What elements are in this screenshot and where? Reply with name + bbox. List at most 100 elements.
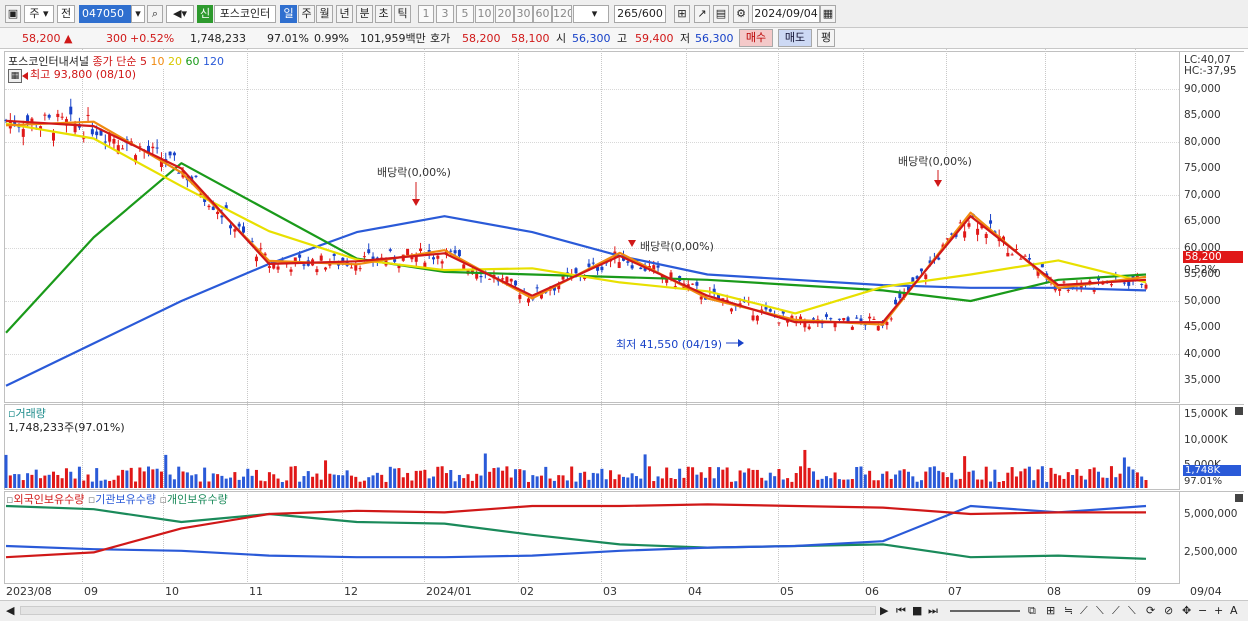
volume-bar [181, 471, 185, 488]
volume-bar [380, 474, 384, 488]
candle [1010, 254, 1014, 256]
tool-icon[interactable]: ⟍ [1128, 603, 1136, 618]
volume-bar [928, 467, 932, 488]
volume-bar [846, 479, 850, 488]
candle [1127, 281, 1131, 286]
volume-bar [613, 479, 617, 488]
x-tick: 12 [344, 585, 358, 598]
scrollbar-track[interactable] [20, 606, 876, 615]
volume-bar [324, 460, 328, 488]
volume-bar [989, 481, 993, 488]
candle [937, 257, 941, 260]
volume-bar [1019, 471, 1023, 488]
volume-bar [250, 475, 254, 488]
dividend-arrow-icon [412, 199, 420, 206]
tool-icon[interactable]: ⟍ [1096, 603, 1104, 618]
candle [812, 318, 815, 320]
volume-bar [280, 481, 284, 488]
scroll-left-icon[interactable]: ◀ [6, 603, 14, 618]
volume-bar [276, 478, 280, 488]
candle [194, 175, 198, 177]
volume-bar [518, 469, 522, 488]
candle [358, 268, 362, 270]
volume-bar [263, 481, 267, 488]
volume-bar [1053, 473, 1057, 488]
volume-bar [604, 479, 608, 488]
holding-axis: 5,000,000 2,500,000 [1180, 491, 1244, 584]
candle [1109, 284, 1113, 286]
zoom-out-icon[interactable]: − [1198, 603, 1207, 618]
x-tick: 09/04 [1190, 585, 1222, 598]
candle [432, 257, 435, 260]
candle [488, 278, 492, 280]
tool-icon[interactable]: ⟋ [1112, 603, 1120, 618]
pane-menu-icon[interactable]: ▦ [8, 69, 22, 83]
x-tick: 2023/08 [6, 585, 52, 598]
zoom-in-icon[interactable]: + [1214, 603, 1223, 618]
candle [324, 267, 328, 270]
volume-bar [397, 468, 401, 488]
ma20-label: 20 [167, 55, 182, 68]
price-axis: LC:40,07 HC:-37,95 90,000 85,000 80,000 … [1180, 51, 1244, 403]
candle [1023, 255, 1027, 257]
stop-icon[interactable]: ■ [912, 603, 922, 618]
candle [639, 267, 643, 270]
x-tick: 10 [165, 585, 179, 598]
volume-bar [147, 466, 150, 488]
volume-bar [86, 474, 90, 488]
volume-bar [272, 474, 276, 488]
volume-bar [1079, 475, 1083, 488]
candle [151, 146, 155, 149]
candle [21, 129, 25, 137]
candle [362, 256, 366, 258]
volume-bar [760, 477, 764, 488]
candle [803, 322, 807, 328]
volume-bar [375, 472, 379, 488]
candle [1140, 283, 1144, 285]
tool-icon[interactable]: ≒ [1064, 603, 1073, 618]
candle [121, 148, 125, 150]
candle [319, 255, 323, 261]
candle [617, 262, 621, 268]
volume-bar [976, 479, 980, 488]
volume-bar [224, 478, 228, 488]
volume-bar [799, 466, 803, 488]
x-tick: 03 [603, 585, 617, 598]
candle [332, 253, 336, 256]
y-tick: 75,000 [1184, 162, 1221, 174]
y-tick: 2,500,000 [1184, 546, 1238, 558]
tool-icon[interactable]: ⟋ [1080, 603, 1088, 618]
pane-close-icon[interactable] [1235, 494, 1243, 502]
volume-bar [790, 481, 794, 488]
forward-icon[interactable]: ⏭ [928, 603, 938, 618]
tool-icon[interactable]: ⊞ [1046, 603, 1055, 618]
volume-bar [885, 471, 889, 488]
volume-bar [345, 470, 349, 488]
volume-bar [116, 475, 120, 488]
candle [462, 264, 466, 269]
y-tick: 90,000 [1184, 83, 1221, 95]
zoom-slider[interactable] [950, 610, 1020, 612]
volume-bar [686, 466, 690, 488]
volume-bar [583, 471, 587, 488]
candle [302, 264, 306, 266]
volume-bar [306, 471, 310, 488]
pane-close-icon[interactable] [1235, 407, 1243, 415]
x-tick: 02 [520, 585, 534, 598]
candle [591, 262, 595, 264]
volume-bar [527, 481, 530, 488]
volume-bar [259, 480, 263, 488]
rewind-icon[interactable]: ⏮ [896, 603, 906, 618]
scroll-right-icon[interactable]: ▶ [880, 603, 888, 618]
volume-bar [285, 480, 289, 488]
volume-bar [596, 473, 600, 488]
volume-bar [185, 472, 189, 488]
tool-icon[interactable]: ⧉ [1028, 603, 1036, 618]
tool-icon[interactable]: ⊘ [1164, 603, 1173, 618]
candle [1006, 252, 1010, 257]
volume-bar [177, 466, 181, 488]
tool-icon[interactable]: ⟳ [1146, 603, 1155, 618]
text-tool-icon[interactable]: A [1230, 603, 1238, 618]
pan-icon[interactable]: ✥ [1182, 603, 1191, 618]
candle [86, 114, 90, 116]
